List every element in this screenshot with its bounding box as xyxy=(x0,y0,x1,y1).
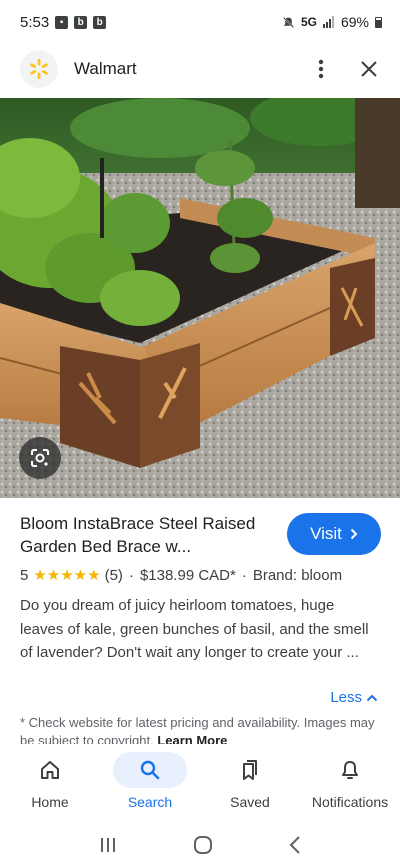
visit-label: Visit xyxy=(310,524,342,543)
product-image[interactable] xyxy=(0,98,400,498)
nav-home-label: Home xyxy=(31,794,69,810)
more-vert-icon xyxy=(318,59,324,79)
system-navigation-bar xyxy=(0,822,400,867)
google-lens-icon xyxy=(31,449,49,467)
nav-search[interactable]: Search xyxy=(100,744,200,822)
home-circle-icon[interactable] xyxy=(193,835,213,855)
review-count: (5) xyxy=(104,566,123,584)
nav-home-icon-wrap xyxy=(13,752,87,788)
home-icon xyxy=(41,761,59,779)
close-icon xyxy=(361,61,377,77)
chevron-right-icon xyxy=(350,528,358,540)
bottom-navigation: Home Search Saved Notifications xyxy=(0,744,400,822)
close-button[interactable] xyxy=(354,54,384,84)
bell-icon xyxy=(342,761,358,779)
b-notification-icon: b xyxy=(74,15,88,29)
nav-notifications[interactable]: Notifications xyxy=(300,744,400,822)
status-left: 5:53 ▪ b b xyxy=(20,13,107,31)
nav-notifications-icon-wrap xyxy=(313,752,387,788)
garden-bed-illustration xyxy=(0,98,400,498)
nav-home[interactable]: Home xyxy=(0,744,100,822)
product-price: $138.99 CAD* xyxy=(139,566,236,584)
less-button[interactable]: Less xyxy=(330,689,378,706)
separator-dot: · xyxy=(241,566,247,584)
nav-saved[interactable]: Saved xyxy=(200,744,300,822)
gallery-notification-icon: ▪ xyxy=(55,15,69,29)
visit-button[interactable]: Visit xyxy=(287,513,381,555)
site-name: Walmart xyxy=(74,59,137,78)
status-time: 5:53 xyxy=(20,13,50,31)
status-right: 5G 69% xyxy=(282,14,382,30)
product-description: Do you dream of juicy heirloom tomatoes,… xyxy=(20,597,369,661)
b-notification-icon: b xyxy=(93,15,107,29)
page-header: Walmart xyxy=(0,44,400,94)
star-rating-icon: ★★★★★ xyxy=(33,567,101,584)
nav-saved-icon-wrap xyxy=(213,752,287,788)
walmart-spark-icon xyxy=(30,59,48,79)
network-label: 5G xyxy=(300,15,317,29)
separator-dot: · xyxy=(128,566,134,584)
rating-value: 5 xyxy=(20,566,29,584)
battery-percent: 69% xyxy=(340,14,369,30)
status-bar: 5:53 ▪ b b 5G 69% xyxy=(0,0,400,44)
learn-more-link[interactable]: Learn More xyxy=(157,733,227,744)
chevron-up-icon xyxy=(366,694,378,701)
nav-saved-label: Saved xyxy=(230,794,270,810)
search-icon xyxy=(140,760,160,780)
more-options-button[interactable] xyxy=(306,54,336,84)
rating-row: 5 ★★★★★ (5) · $138.99 CAD* · Brand: bloo… xyxy=(20,566,343,585)
signal-icon xyxy=(322,16,334,28)
product-title[interactable]: Bloom InstaBrace Steel Raised Garden Bed… xyxy=(20,512,278,558)
copyright-disclaimer: * Check website for latest pricing and a… xyxy=(20,714,382,744)
google-lens-button[interactable] xyxy=(19,437,61,479)
back-icon[interactable] xyxy=(288,835,302,855)
battery-icon xyxy=(375,16,382,28)
nav-search-icon-wrap xyxy=(113,752,187,788)
less-label: Less xyxy=(330,689,362,706)
mute-icon xyxy=(283,16,294,28)
site-logo xyxy=(20,50,58,88)
bookmarks-icon xyxy=(243,760,257,780)
recent-apps-icon[interactable] xyxy=(98,836,118,854)
nav-search-label: Search xyxy=(127,794,173,810)
product-brand: Brand: bloom xyxy=(252,566,343,584)
nav-notifications-label: Notifications xyxy=(311,794,389,810)
